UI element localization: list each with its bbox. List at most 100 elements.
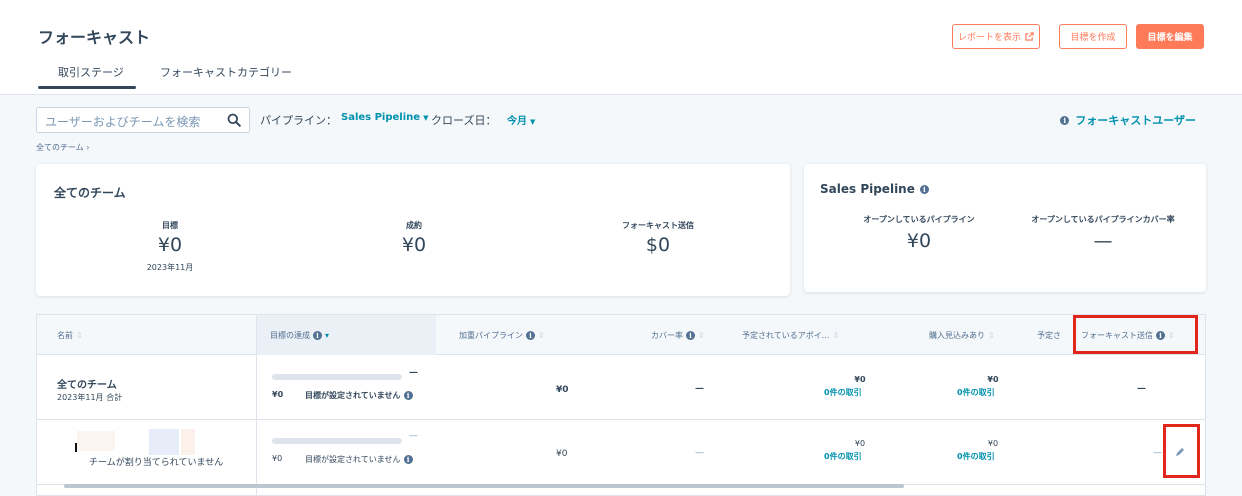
search-placeholder: ユーザーおよびチームを検索	[45, 115, 201, 129]
stat-value-coverage: —	[1093, 230, 1113, 252]
pipeline-card-title: Sales Pipeline i	[820, 182, 929, 196]
weighted-value: ¥0	[556, 449, 568, 459]
coverage-value: —	[695, 384, 704, 394]
text-cursor	[75, 443, 77, 452]
goal-status-text: 目標が設定されていません	[305, 391, 401, 400]
highlight-box-edit-icon	[1163, 424, 1200, 478]
summary-card: 全てのチーム 目標 ¥0 2023年11月 成約 ¥0 フォーキャスト送信 $0	[36, 164, 790, 296]
tab-forecast-category[interactable]: フォーキャストカテゴリー	[160, 64, 292, 80]
pipeline-card-title-text: Sales Pipeline	[820, 182, 915, 196]
row-name[interactable]: チームが割り当てられていません	[89, 455, 223, 468]
goal-amount: ¥0	[272, 390, 284, 399]
info-icon[interactable]: i	[919, 184, 929, 194]
table-row[interactable]: 全てのチーム 2023年11月 合計 — ¥0 目標が設定されていません i ¥0…	[37, 356, 1205, 420]
column-header-label: 購入見込みあり	[929, 331, 985, 340]
stat-label-open-pipeline: オープンしているパイプライン	[863, 215, 975, 224]
column-header-label: 予定されているアポイ...	[742, 331, 830, 340]
column-header-likely[interactable]: 購入見込みあり ⇕	[929, 330, 995, 341]
scheduled-deals-link[interactable]: 0件の取引	[824, 451, 862, 462]
avatar-placeholder	[77, 431, 115, 451]
table-header: 名前 ⇕ 目標の達成 i ▾ 加重パイプライン i ⇕ カバー率 i ⇕ 予定されているアポイ…	[37, 315, 1205, 355]
scheduled-deals-link[interactable]: 0件の取引	[824, 387, 862, 398]
goal-status: 目標が設定されていません i	[305, 390, 413, 401]
info-icon: i	[313, 331, 322, 340]
column-header-name[interactable]: 名前 ⇕	[57, 330, 83, 341]
table-row[interactable]: チームが割り当てられていません — ¥0 目標が設定されていません i ¥0 — …	[37, 421, 1205, 485]
likely-amount: ¥0	[987, 439, 999, 448]
likely-deals-link[interactable]: 0件の取引	[957, 451, 995, 462]
stat-label-forecast: フォーキャスト送信	[622, 221, 694, 230]
avatar-accent	[181, 429, 195, 455]
stat-value-won: ¥0	[401, 234, 427, 256]
forecast-table: 名前 ⇕ 目標の達成 i ▾ 加重パイプライン i ⇕ カバー率 i ⇕ 予定されているアポイ…	[36, 314, 1206, 496]
show-report-label: レポートを表示	[957, 33, 1021, 43]
sort-desc-icon: ▾	[325, 331, 330, 340]
column-header-goal[interactable]: 目標の達成 i ▾	[270, 330, 329, 341]
column-header-label: 目標の達成	[270, 331, 310, 340]
forecast-users-label: フォーキャストユーザー	[1075, 114, 1196, 127]
horizontal-scrollbar[interactable]	[64, 484, 904, 488]
likely-deals-link[interactable]: 0件の取引	[957, 387, 995, 398]
external-link-icon	[1025, 32, 1034, 41]
forecast-value: —	[1137, 384, 1146, 394]
stat-label-goal: 目標	[162, 221, 178, 230]
info-icon: i	[686, 331, 695, 340]
scheduled-amount: ¥0	[854, 439, 866, 448]
stat-label-won: 成約	[406, 221, 422, 230]
close-date-label: クローズ日：	[431, 114, 497, 127]
column-header-coverage[interactable]: カバー率 i ⇕	[651, 330, 705, 341]
stat-value-open-pipeline: ¥0	[906, 230, 932, 252]
row-name[interactable]: 全てのチーム	[57, 376, 117, 391]
active-tab-indicator	[38, 86, 136, 89]
info-icon: i	[1060, 115, 1070, 125]
column-header-label: 加重パイプライン	[459, 331, 523, 340]
sort-icon: ⇕	[76, 331, 83, 340]
tab-deal-stage[interactable]: 取引ステージ	[58, 64, 124, 80]
column-header-planned[interactable]: 予定さ	[1037, 330, 1061, 341]
sort-icon: ⇕	[538, 331, 545, 340]
goal-amount: ¥0	[272, 454, 283, 463]
stat-label-coverage: オープンしているパイプラインカバー率	[1031, 215, 1175, 224]
info-icon[interactable]: i	[403, 391, 413, 400]
goal-status-text: 目標が設定されていません	[305, 455, 401, 464]
search-icon	[227, 113, 241, 127]
coverage-value: —	[695, 448, 704, 458]
forecast-users-link[interactable]: i フォーキャストユーザー	[1060, 112, 1196, 128]
info-icon: i	[526, 331, 535, 340]
chevron-down-icon: ▼	[423, 114, 429, 122]
avatar	[149, 429, 179, 455]
page-title: フォーキャスト	[38, 28, 151, 47]
goal-progress-bar	[272, 438, 402, 444]
top-bar: フォーキャスト レポートを表示 目標を作成 目標を編集 取引ステージ フォーキャ…	[0, 0, 1242, 95]
stat-sub-goal: 2023年11月	[146, 263, 194, 272]
info-icon[interactable]: i	[403, 455, 413, 464]
sort-icon: ⇕	[832, 331, 840, 340]
stat-value-forecast: $0	[645, 234, 671, 256]
goal-progress-bar	[272, 374, 402, 380]
column-header-label: 予定さ	[1037, 331, 1061, 340]
column-header-scheduled[interactable]: 予定されているアポイ... ⇕	[742, 330, 839, 341]
close-date-dropdown[interactable]: 今月 ▼	[507, 112, 535, 127]
sort-icon: ⇕	[698, 331, 705, 340]
summary-card-title: 全てのチーム	[54, 186, 126, 200]
edit-goal-button[interactable]: 目標を編集	[1136, 24, 1204, 49]
chevron-down-icon: ▼	[530, 118, 536, 126]
pipeline-value: Sales Pipeline	[341, 112, 421, 123]
pipeline-label: パイプライン：	[260, 114, 337, 127]
breadcrumb[interactable]: 全てのチーム ›	[36, 142, 90, 153]
weighted-value: ¥0	[556, 385, 569, 395]
likely-amount: ¥0	[987, 375, 999, 384]
create-goal-button[interactable]: 目標を作成	[1059, 24, 1127, 49]
goal-dash: —	[409, 368, 418, 378]
show-report-button[interactable]: レポートを表示	[952, 24, 1040, 49]
column-header-weighted[interactable]: 加重パイプライン i ⇕	[459, 330, 545, 341]
pipeline-card: Sales Pipeline i オープンしているパイプライン ¥0 オープンし…	[804, 164, 1206, 292]
close-date-value: 今月	[507, 116, 527, 127]
highlight-box-forecast-column	[1073, 315, 1198, 354]
goal-dash: —	[409, 431, 418, 441]
pipeline-dropdown[interactable]: Sales Pipeline ▼	[341, 112, 428, 123]
row-sub: 2023年11月 合計	[57, 393, 123, 402]
column-header-label: 名前	[57, 331, 73, 340]
goal-status: 目標が設定されていません i	[305, 454, 413, 465]
search-input[interactable]: ユーザーおよびチームを検索	[36, 107, 250, 133]
